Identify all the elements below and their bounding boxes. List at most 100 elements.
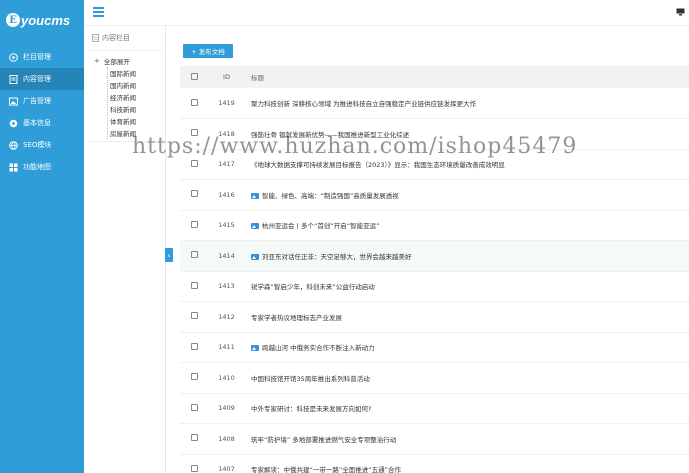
category-tree-panel: 内容栏目 + 全部展开 国际新闻 国内新闻 经济新闻 科技新闻 体育新闻 房屋新… [84,26,166,473]
row-checkbox[interactable] [191,434,198,442]
sidebar-item-basic-info[interactable]: 基本信息 [0,112,84,134]
row-title-cell: 《地球大数据支撑可持续发展目标报告（2023）》显示：我国生态环境质量改善成效明… [245,149,689,180]
title-column-header: 标题 [251,74,264,82]
image-icon [9,97,18,106]
row-id: 1417 [218,160,235,169]
row-check-cell [180,393,208,424]
row-title-cell: 刘亚东对话任正非：天空足够大，世界会越来越美好 [245,241,689,272]
row-checkbox[interactable] [191,312,198,320]
row-title-link[interactable]: 刘亚东对话任正非：天空足够大，世界会越来越美好 [262,253,412,261]
tree-header-label: 内容栏目 [102,34,130,42]
row-checkbox[interactable] [191,464,198,472]
row-checkbox[interactable] [191,98,198,106]
table-row: 1414 刘亚东对话任正非：天空足够大，世界会越来越美好 [180,240,689,272]
settings-icon [9,119,18,128]
row-checkbox[interactable] [191,190,198,198]
menu-toggle-icon[interactable] [93,7,104,17]
row-title-link[interactable]: 杭州亚运会丨多个“首创”开启“智能亚运” [262,222,379,230]
row-check-cell [180,424,208,455]
plus-icon: + [94,57,100,65]
tree-item[interactable]: 国际新闻 [110,67,161,79]
sidebar-item-columns[interactable]: 栏目管理 [0,46,84,68]
table-row: 1409 中外专家研讨：科技是未来发展方向如何? [180,393,689,424]
table-row: 1410 中国科技馆开馆35周年推出系列科普活动 [180,363,689,393]
globe-icon [9,140,18,150]
table-row: 1417 《地球大数据支撑可持续发展目标报告（2023）》显示：我国生态环境质量改… [180,149,689,180]
row-title-link[interactable]: 中国科技馆开馆35周年推出系列科普活动 [251,375,370,383]
sidebar-item-ads[interactable]: 广告管理 [0,90,84,112]
sidebar-item-sitemap[interactable]: 功能地图 [0,156,84,178]
row-title-link[interactable]: 中外专家研讨：科技是未来发展方向如何? [251,405,371,413]
picture-icon [251,345,259,352]
folder-icon [92,34,99,42]
table-row: 1408 筑牢“防护墙” 多地部署推进燃气安全专项整治行动 [180,424,689,455]
collapse-panel-button[interactable]: ‹ [165,248,173,262]
tree-item[interactable]: 房屋新闻 [110,127,161,139]
row-title-link[interactable]: 强筋壮骨 锻就发展新优势——我国推进新型工业化综述 [251,131,409,139]
row-title-link[interactable]: 聚力科技创新 深耕核心领域 为推进科技自立自强稳定产业链供应链发挥更大作 [251,100,476,108]
document-icon [9,74,18,84]
table-row: 1416 智能、绿色、高端：“制造强国”高质量发展透视 [180,180,689,211]
row-title-cell: 强筋壮骨 锻就发展新优势——我国推进新型工业化综述 [245,119,689,150]
table-header-row: ID 标题 [180,66,689,88]
row-id: 1415 [218,221,235,230]
row-checkbox[interactable] [191,220,198,228]
row-checkbox[interactable] [191,342,198,350]
row-check-cell [180,454,208,473]
table-row: 1411 跨越山河 中俄务实合作不断注入新动力 [180,332,689,363]
row-title-cell: 筑牢“防护墙” 多地部署推进燃气安全专项整治行动 [245,424,689,455]
row-title-link[interactable]: 《地球大数据支撑可持续发展目标报告（2023）》显示：我国生态环境质量改善成效明… [251,161,505,169]
row-checkbox[interactable] [191,251,198,259]
row-checkbox[interactable] [191,373,198,381]
grid-icon [9,52,18,62]
row-title-link[interactable]: 筑牢“防护墙” 多地部署推进燃气安全专项整治行动 [251,436,396,444]
row-title-link[interactable]: 专家学者热议地理标志产业发展 [251,314,342,322]
row-check-cell [180,210,208,241]
tree-item[interactable]: 科技新闻 [110,103,161,115]
row-check-cell [180,88,208,119]
table-body: 1419 聚力科技创新 深耕核心领域 为推进科技自立自强稳定产业链供应链发挥更大作… [180,88,689,473]
row-check-cell [180,332,208,363]
row-check-cell [180,302,208,333]
row-title-link[interactable]: 专家解读：中俄共建“一带一路”全面推进“五通”合作 [251,466,401,473]
row-check-cell [180,271,208,302]
sidebar-item-label: 广告管理 [23,97,51,105]
tree-root-label: 全部展开 [103,58,130,66]
row-id: 1407 [218,465,235,473]
row-id: 1411 [218,343,235,352]
row-title-cell: 跨越山河 中俄务实合作不断注入新动力 [245,332,689,363]
row-title-link[interactable]: 锐学森“智启少年，科创未来”公益行动启动 [251,283,375,291]
row-id: 1409 [218,404,235,413]
tree-item[interactable]: 体育新闻 [110,115,161,127]
row-id: 1413 [218,282,235,291]
sidebar-item-content[interactable]: 内容管理 [0,68,84,90]
row-check-cell [180,149,208,180]
table-row: 1407 专家解读：中俄共建“一带一路”全面推进“五通”合作 [180,454,689,473]
monitor-icon[interactable] [676,8,685,16]
row-title-cell: 杭州亚运会丨多个“首创”开启“智能亚运” [245,210,689,241]
logo[interactable]: E youcms [0,0,84,40]
row-id: 1408 [218,434,235,443]
row-title-link[interactable]: 跨越山河 中俄务实合作不断注入新动力 [262,344,375,352]
row-checkbox[interactable] [191,129,198,137]
sidebar-nav: 栏目管理 内容管理 广告管理 基本信息 SEO模块 功能地图 [0,46,84,178]
row-check-cell [180,180,208,211]
row-checkbox[interactable] [191,281,198,289]
select-all-checkbox[interactable] [191,72,198,80]
map-icon [9,163,18,172]
id-column-header: ID [223,73,230,81]
row-id: 1419 [218,99,235,107]
table-row: 1415 杭州亚运会丨多个“首创”开启“智能亚运” [180,210,689,241]
row-id: 1414 [218,251,235,260]
row-check-cell [180,241,208,272]
row-title-cell: 专家学者热议地理标志产业发展 [245,302,689,333]
tree-expand-all[interactable]: + 全部展开 [94,55,161,67]
article-table: ID 标题 1419 聚力科技创新 深耕核心领域 为推进科技自立自强稳定产业链供应… [180,66,689,473]
row-checkbox[interactable] [191,403,198,411]
tree-item[interactable]: 经济新闻 [110,91,161,103]
tree-item[interactable]: 国内新闻 [110,79,161,91]
sidebar-item-seo[interactable]: SEO模块 [0,134,84,156]
row-title-link[interactable]: 智能、绿色、高端：“制造强国”高质量发展透视 [262,192,399,200]
row-checkbox[interactable] [191,159,198,167]
publish-document-button[interactable]: + 发布文档 [183,44,233,58]
